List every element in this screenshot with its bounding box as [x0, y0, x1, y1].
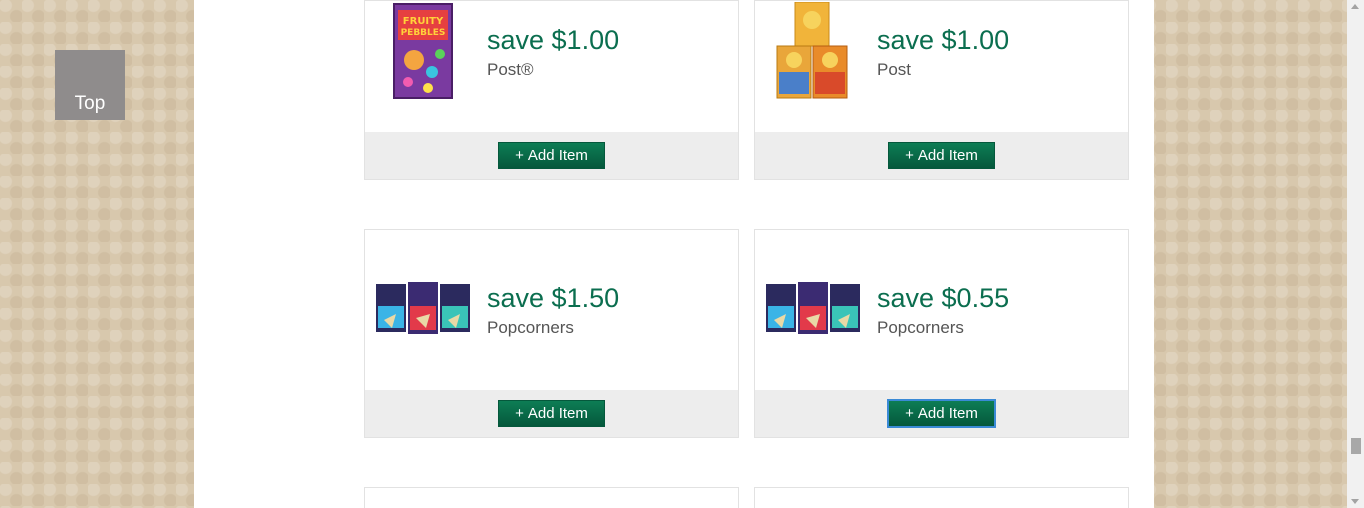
honey-bunches-image — [763, 1, 863, 101]
coupon-card: save $1.50 Popcorners + Add Item — [364, 229, 739, 438]
svg-text:PEBBLES: PEBBLES — [401, 28, 446, 38]
coupon-brand: Popcorners — [877, 318, 964, 337]
coupon-card: FRUITY PEBBLES save $1.00 Post® + Add It… — [364, 0, 739, 180]
vertical-scrollbar[interactable] — [1347, 0, 1364, 508]
scroll-down-icon[interactable] — [1351, 499, 1359, 504]
back-to-top-label: Top — [74, 93, 106, 114]
coupon-card — [364, 487, 739, 508]
plus-icon: + — [905, 405, 914, 422]
add-item-button[interactable]: + Add Item — [498, 400, 605, 427]
coupon-footer: + Add Item — [365, 390, 738, 437]
main-content: FRUITY PEBBLES save $1.00 Post® + Add It… — [194, 0, 1154, 508]
coupon-card: save $1.00 Post + Add Item — [754, 0, 1129, 180]
coupon-brand: Post® — [487, 60, 534, 79]
popcorners-image — [763, 258, 863, 358]
add-item-button[interactable]: + Add Item — [887, 399, 996, 428]
coupon-savings: save $0.55 — [877, 283, 1010, 313]
add-item-label: Add Item — [917, 405, 978, 422]
coupon-card: save $0.55 Popcorners + Add Item — [754, 229, 1129, 438]
coupon-footer: + Add Item — [755, 132, 1128, 179]
coupon-savings: save $1.00 — [487, 25, 620, 55]
coupon-footer: + Add Item — [755, 390, 1128, 437]
coupon-savings: save $1.50 — [487, 283, 620, 313]
coupon-brand: Post — [877, 60, 912, 79]
svg-text:FRUITY: FRUITY — [403, 16, 444, 27]
coupon-card — [754, 487, 1129, 508]
coupon-footer: + Add Item — [365, 132, 738, 179]
add-item-label: Add Item — [527, 405, 588, 422]
fruity-pebbles-image: FRUITY PEBBLES — [373, 1, 473, 101]
plus-icon: + — [515, 147, 524, 164]
add-item-label: Add Item — [527, 147, 588, 164]
coupon-brand: Popcorners — [487, 318, 574, 337]
add-item-button[interactable]: + Add Item — [888, 142, 995, 169]
popcorners-image — [373, 258, 473, 358]
plus-icon: + — [905, 147, 914, 164]
back-to-top-button[interactable]: Top — [55, 50, 125, 120]
add-item-button[interactable]: + Add Item — [498, 142, 605, 169]
scroll-up-icon[interactable] — [1351, 4, 1359, 9]
add-item-label: Add Item — [917, 147, 978, 164]
scrollbar-thumb[interactable] — [1351, 438, 1361, 454]
plus-icon: + — [515, 405, 524, 422]
coupon-savings: save $1.00 — [877, 25, 1010, 55]
